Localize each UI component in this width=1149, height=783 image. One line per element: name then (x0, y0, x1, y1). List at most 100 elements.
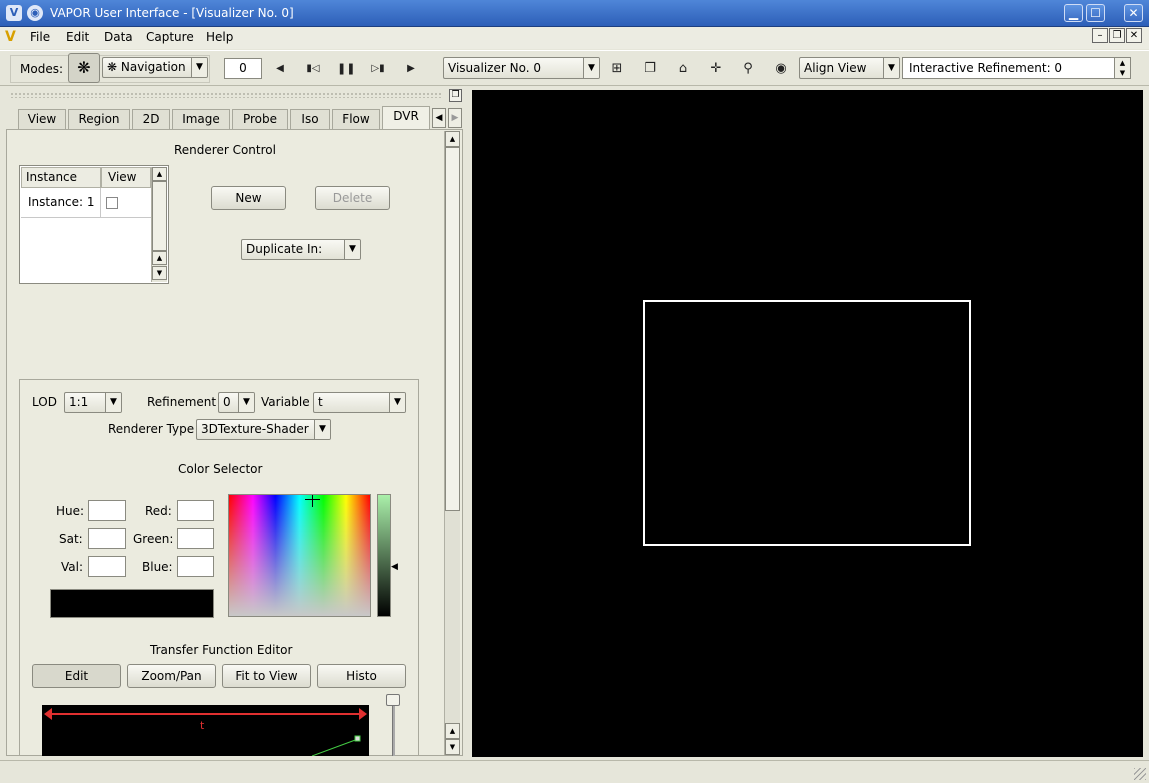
delete-button[interactable]: Delete (315, 186, 390, 210)
variable-select[interactable]: t ▼ (313, 392, 406, 413)
tab-probe[interactable]: Probe (232, 109, 288, 129)
tf-slider-handle[interactable] (386, 694, 400, 706)
refinement-label: Refinement (147, 395, 217, 409)
window-title: VAPOR User Interface - [Visualizer No. 0… (50, 6, 294, 20)
scroll-down-icon[interactable]: ▼ (152, 266, 167, 280)
menu-capture[interactable]: Capture (146, 30, 194, 44)
lod-select[interactable]: 1:1 ▼ (64, 392, 122, 413)
spin-down-icon[interactable]: ▼ (1114, 68, 1130, 78)
refinement-select[interactable]: 0 ▼ (218, 392, 255, 413)
mdi-restore-button[interactable]: ❐ (1109, 28, 1125, 43)
tab-iso[interactable]: Iso (290, 109, 330, 129)
menu-file[interactable]: File (30, 30, 50, 44)
val-label: Val: (61, 560, 84, 574)
mode-select[interactable]: ❋ Navigation ▼ (102, 57, 208, 78)
maximize-button[interactable]: ☐ (1086, 4, 1105, 22)
visualizer-select[interactable]: Visualizer No. 0 ▼ (443, 57, 600, 79)
fit-to-view-button[interactable]: Fit to View (222, 664, 311, 688)
blue-input[interactable] (177, 556, 214, 577)
pause-icon[interactable]: ❚❚ (337, 60, 355, 78)
renderer-control-title: Renderer Control (174, 143, 276, 157)
center-view-icon[interactable]: ✛ (707, 60, 725, 78)
histo-button[interactable]: Histo (317, 664, 406, 688)
duplicate-in-label: Duplicate In: (246, 242, 323, 256)
hue-saturation-picker[interactable] (228, 494, 371, 617)
play-forward-icon[interactable]: ▷▮ (369, 60, 387, 78)
lod-label: LOD (32, 395, 57, 409)
scroll-down-icon[interactable]: ▼ (445, 739, 460, 755)
tile-windows-icon[interactable]: ⊞ (608, 60, 626, 78)
domain-right-arrow-icon[interactable] (359, 708, 367, 720)
mdi-close-button[interactable]: ✕ (1126, 28, 1142, 43)
app-logo-icon[interactable]: V (6, 5, 22, 21)
align-view-select[interactable]: Align View ▼ (799, 57, 900, 79)
transfer-function-editor[interactable]: t (42, 705, 369, 756)
sat-input[interactable] (88, 528, 126, 549)
menu-edit[interactable]: Edit (66, 30, 89, 44)
home-icon[interactable]: ⌂ (674, 60, 692, 78)
edit-button[interactable]: Edit (32, 664, 121, 688)
tab-region[interactable]: Region (68, 109, 130, 129)
interactive-refinement-spinbox[interactable]: Interactive Refinement: 0 ▲ ▼ (902, 57, 1131, 79)
chevron-down-icon: ▼ (883, 58, 899, 78)
value-slider[interactable] (377, 494, 391, 617)
scroll-up-icon[interactable]: ▲ (445, 131, 460, 147)
view-checkbox[interactable] (106, 197, 118, 209)
value-slider-marker-icon[interactable]: ◀ (391, 562, 398, 572)
window-menu-icon[interactable]: ◉ (27, 5, 43, 21)
title-bar[interactable]: V ◉ VAPOR User Interface - [Visualizer N… (0, 0, 1149, 27)
opacity-curve[interactable] (311, 738, 359, 756)
step-back-icon[interactable]: ◀ (271, 60, 289, 78)
play-backward-icon[interactable]: ▮◁ (304, 60, 322, 78)
step-forward-icon[interactable]: ▶ (402, 60, 420, 78)
table-scrollbar[interactable]: ▲ ▲ ▼ (151, 167, 167, 282)
chevron-down-icon: ▼ (191, 58, 207, 77)
tab-scroll-left-icon[interactable]: ◀ (432, 108, 446, 128)
val-input[interactable] (88, 556, 126, 577)
cascade-windows-icon[interactable]: ❐ (641, 60, 659, 78)
modes-label: Modes: (20, 62, 63, 76)
minimize-button[interactable]: ▁ (1064, 4, 1083, 22)
tab-view[interactable]: View (18, 109, 66, 129)
dock-splitter[interactable] (465, 90, 471, 757)
frame-input[interactable]: 0 (224, 58, 262, 79)
close-button[interactable]: ✕ (1124, 4, 1143, 22)
red-input[interactable] (177, 500, 214, 521)
resize-grip-icon[interactable] (1134, 768, 1146, 780)
transfer-function-title: Transfer Function Editor (150, 643, 293, 657)
control-point[interactable] (354, 735, 361, 742)
panel-scroll-thumb[interactable] (445, 147, 460, 511)
zoom-icon[interactable]: ⚲ (739, 60, 757, 78)
tab-scroll-right-icon[interactable]: ▶ (448, 108, 462, 128)
renderer-type-select[interactable]: 3DTexture-Shader ▼ (196, 419, 331, 440)
mdi-minimize-button[interactable]: – (1092, 28, 1108, 43)
scroll-up-icon[interactable]: ▲ (152, 251, 167, 265)
instance-table[interactable]: Instance View Instance: 1 ▲ ▲ ▼ (19, 165, 169, 284)
domain-left-arrow-icon[interactable] (44, 708, 52, 720)
spin-up-icon[interactable]: ▲ (1114, 58, 1130, 68)
new-button[interactable]: New (211, 186, 286, 210)
zoom-pan-button[interactable]: Zoom/Pan (127, 664, 216, 688)
scroll-thumb[interactable] (152, 181, 167, 251)
scroll-up-icon[interactable]: ▲ (152, 167, 167, 181)
hue-input[interactable] (88, 500, 126, 521)
navigation-mode-icon[interactable]: ❋ (68, 53, 100, 83)
tab-2d[interactable]: 2D (132, 109, 170, 129)
scroll-up-icon[interactable]: ▲ (445, 723, 460, 739)
renderer-type-label: Renderer Type (108, 422, 195, 436)
menu-help[interactable]: Help (206, 30, 233, 44)
eye-icon[interactable]: ◉ (772, 60, 790, 78)
instance-column-header[interactable]: Instance (21, 167, 101, 188)
table-row[interactable]: Instance: 1 (21, 188, 151, 218)
view-column-header[interactable]: View (101, 167, 151, 188)
green-input[interactable] (177, 528, 214, 549)
chevron-down-icon: ▼ (314, 420, 330, 439)
tab-image[interactable]: Image (172, 109, 230, 129)
tab-dvr[interactable]: DVR (382, 106, 430, 130)
menu-data[interactable]: Data (104, 30, 133, 44)
tab-flow[interactable]: Flow (332, 109, 380, 129)
duplicate-in-select[interactable]: Duplicate In: ▼ (241, 239, 361, 260)
undock-icon[interactable]: ❐ (449, 89, 462, 102)
panel-scrollbar[interactable]: ▲ ▲ ▼ (444, 131, 460, 755)
dock-grip[interactable] (10, 92, 442, 98)
